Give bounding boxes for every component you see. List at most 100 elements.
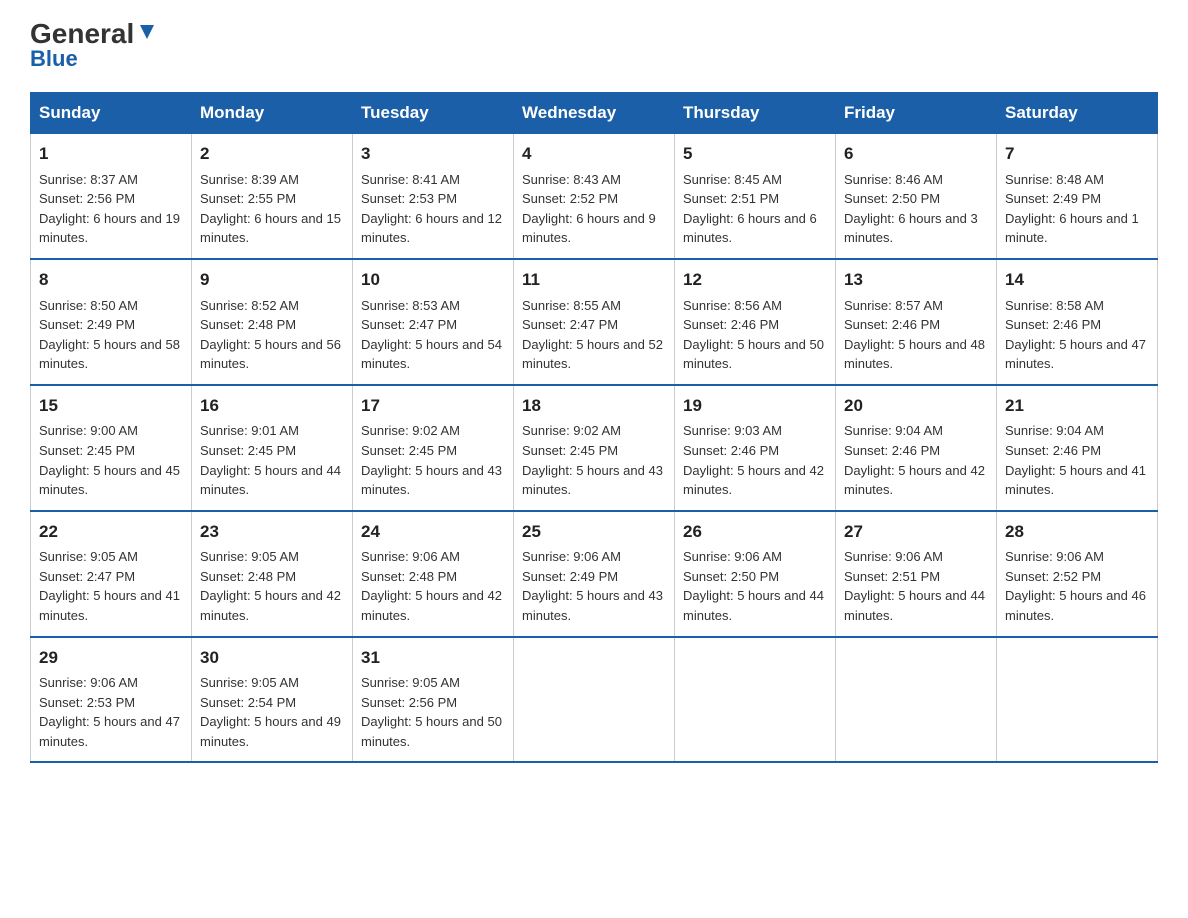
- calendar-cell: 6 Sunrise: 8:46 AMSunset: 2:50 PMDayligh…: [836, 134, 997, 259]
- logo: General Blue: [30, 20, 158, 72]
- calendar-cell: 21 Sunrise: 9:04 AMSunset: 2:46 PMDaylig…: [997, 385, 1158, 511]
- day-info: Sunrise: 8:39 AMSunset: 2:55 PMDaylight:…: [200, 172, 341, 246]
- page-header: General Blue: [30, 20, 1158, 72]
- day-info: Sunrise: 8:56 AMSunset: 2:46 PMDaylight:…: [683, 298, 824, 372]
- calendar-cell: 11 Sunrise: 8:55 AMSunset: 2:47 PMDaylig…: [514, 259, 675, 385]
- day-number: 13: [844, 268, 988, 293]
- day-info: Sunrise: 9:02 AMSunset: 2:45 PMDaylight:…: [361, 423, 502, 497]
- day-number: 26: [683, 520, 827, 545]
- calendar-cell: 20 Sunrise: 9:04 AMSunset: 2:46 PMDaylig…: [836, 385, 997, 511]
- header-friday: Friday: [836, 93, 997, 134]
- header-saturday: Saturday: [997, 93, 1158, 134]
- day-info: Sunrise: 8:52 AMSunset: 2:48 PMDaylight:…: [200, 298, 341, 372]
- day-number: 11: [522, 268, 666, 293]
- day-info: Sunrise: 8:48 AMSunset: 2:49 PMDaylight:…: [1005, 172, 1139, 246]
- day-number: 28: [1005, 520, 1149, 545]
- calendar-cell: 19 Sunrise: 9:03 AMSunset: 2:46 PMDaylig…: [675, 385, 836, 511]
- day-info: Sunrise: 9:03 AMSunset: 2:46 PMDaylight:…: [683, 423, 824, 497]
- header-thursday: Thursday: [675, 93, 836, 134]
- calendar-cell: 22 Sunrise: 9:05 AMSunset: 2:47 PMDaylig…: [31, 511, 192, 637]
- calendar-week-1: 1 Sunrise: 8:37 AMSunset: 2:56 PMDayligh…: [31, 134, 1158, 259]
- calendar-cell: 23 Sunrise: 9:05 AMSunset: 2:48 PMDaylig…: [192, 511, 353, 637]
- day-number: 5: [683, 142, 827, 167]
- day-info: Sunrise: 9:04 AMSunset: 2:46 PMDaylight:…: [1005, 423, 1146, 497]
- day-number: 22: [39, 520, 183, 545]
- day-info: Sunrise: 9:06 AMSunset: 2:50 PMDaylight:…: [683, 549, 824, 623]
- calendar-cell: 9 Sunrise: 8:52 AMSunset: 2:48 PMDayligh…: [192, 259, 353, 385]
- day-number: 1: [39, 142, 183, 167]
- calendar-week-3: 15 Sunrise: 9:00 AMSunset: 2:45 PMDaylig…: [31, 385, 1158, 511]
- day-number: 8: [39, 268, 183, 293]
- calendar-header-row: SundayMondayTuesdayWednesdayThursdayFrid…: [31, 93, 1158, 134]
- day-number: 20: [844, 394, 988, 419]
- logo-blue-text: Blue: [30, 46, 78, 72]
- day-info: Sunrise: 8:41 AMSunset: 2:53 PMDaylight:…: [361, 172, 502, 246]
- day-number: 6: [844, 142, 988, 167]
- day-info: Sunrise: 9:06 AMSunset: 2:52 PMDaylight:…: [1005, 549, 1146, 623]
- day-number: 3: [361, 142, 505, 167]
- calendar-cell: 4 Sunrise: 8:43 AMSunset: 2:52 PMDayligh…: [514, 134, 675, 259]
- day-number: 21: [1005, 394, 1149, 419]
- day-info: Sunrise: 9:04 AMSunset: 2:46 PMDaylight:…: [844, 423, 985, 497]
- day-number: 16: [200, 394, 344, 419]
- calendar-cell: 2 Sunrise: 8:39 AMSunset: 2:55 PMDayligh…: [192, 134, 353, 259]
- day-info: Sunrise: 9:06 AMSunset: 2:49 PMDaylight:…: [522, 549, 663, 623]
- day-number: 9: [200, 268, 344, 293]
- day-number: 7: [1005, 142, 1149, 167]
- calendar-cell: 15 Sunrise: 9:00 AMSunset: 2:45 PMDaylig…: [31, 385, 192, 511]
- day-info: Sunrise: 8:37 AMSunset: 2:56 PMDaylight:…: [39, 172, 180, 246]
- calendar-cell: 27 Sunrise: 9:06 AMSunset: 2:51 PMDaylig…: [836, 511, 997, 637]
- day-info: Sunrise: 9:05 AMSunset: 2:47 PMDaylight:…: [39, 549, 180, 623]
- day-info: Sunrise: 8:50 AMSunset: 2:49 PMDaylight:…: [39, 298, 180, 372]
- calendar-cell: 8 Sunrise: 8:50 AMSunset: 2:49 PMDayligh…: [31, 259, 192, 385]
- day-number: 12: [683, 268, 827, 293]
- calendar-cell: 10 Sunrise: 8:53 AMSunset: 2:47 PMDaylig…: [353, 259, 514, 385]
- calendar-cell: 12 Sunrise: 8:56 AMSunset: 2:46 PMDaylig…: [675, 259, 836, 385]
- header-wednesday: Wednesday: [514, 93, 675, 134]
- day-number: 2: [200, 142, 344, 167]
- calendar-cell: 24 Sunrise: 9:06 AMSunset: 2:48 PMDaylig…: [353, 511, 514, 637]
- calendar-week-5: 29 Sunrise: 9:06 AMSunset: 2:53 PMDaylig…: [31, 637, 1158, 763]
- calendar-cell: [997, 637, 1158, 763]
- day-number: 31: [361, 646, 505, 671]
- day-number: 10: [361, 268, 505, 293]
- calendar-cell: [836, 637, 997, 763]
- calendar-cell: 14 Sunrise: 8:58 AMSunset: 2:46 PMDaylig…: [997, 259, 1158, 385]
- day-info: Sunrise: 8:58 AMSunset: 2:46 PMDaylight:…: [1005, 298, 1146, 372]
- day-number: 30: [200, 646, 344, 671]
- day-number: 29: [39, 646, 183, 671]
- calendar-cell: 26 Sunrise: 9:06 AMSunset: 2:50 PMDaylig…: [675, 511, 836, 637]
- day-info: Sunrise: 8:57 AMSunset: 2:46 PMDaylight:…: [844, 298, 985, 372]
- calendar-cell: 18 Sunrise: 9:02 AMSunset: 2:45 PMDaylig…: [514, 385, 675, 511]
- calendar-cell: [675, 637, 836, 763]
- logo-triangle-icon: [136, 21, 158, 43]
- day-number: 14: [1005, 268, 1149, 293]
- header-tuesday: Tuesday: [353, 93, 514, 134]
- day-info: Sunrise: 9:00 AMSunset: 2:45 PMDaylight:…: [39, 423, 180, 497]
- logo-general-text: General: [30, 20, 134, 48]
- day-info: Sunrise: 9:02 AMSunset: 2:45 PMDaylight:…: [522, 423, 663, 497]
- day-info: Sunrise: 9:01 AMSunset: 2:45 PMDaylight:…: [200, 423, 341, 497]
- day-number: 23: [200, 520, 344, 545]
- calendar-cell: 3 Sunrise: 8:41 AMSunset: 2:53 PMDayligh…: [353, 134, 514, 259]
- day-info: Sunrise: 9:05 AMSunset: 2:48 PMDaylight:…: [200, 549, 341, 623]
- calendar-week-4: 22 Sunrise: 9:05 AMSunset: 2:47 PMDaylig…: [31, 511, 1158, 637]
- calendar-cell: 17 Sunrise: 9:02 AMSunset: 2:45 PMDaylig…: [353, 385, 514, 511]
- calendar-table: SundayMondayTuesdayWednesdayThursdayFrid…: [30, 92, 1158, 763]
- calendar-cell: 5 Sunrise: 8:45 AMSunset: 2:51 PMDayligh…: [675, 134, 836, 259]
- calendar-cell: 28 Sunrise: 9:06 AMSunset: 2:52 PMDaylig…: [997, 511, 1158, 637]
- day-number: 17: [361, 394, 505, 419]
- calendar-cell: 29 Sunrise: 9:06 AMSunset: 2:53 PMDaylig…: [31, 637, 192, 763]
- day-number: 27: [844, 520, 988, 545]
- calendar-cell: 25 Sunrise: 9:06 AMSunset: 2:49 PMDaylig…: [514, 511, 675, 637]
- day-number: 19: [683, 394, 827, 419]
- day-number: 24: [361, 520, 505, 545]
- day-number: 18: [522, 394, 666, 419]
- day-number: 4: [522, 142, 666, 167]
- day-number: 15: [39, 394, 183, 419]
- header-monday: Monday: [192, 93, 353, 134]
- day-number: 25: [522, 520, 666, 545]
- calendar-cell: 30 Sunrise: 9:05 AMSunset: 2:54 PMDaylig…: [192, 637, 353, 763]
- calendar-cell: 7 Sunrise: 8:48 AMSunset: 2:49 PMDayligh…: [997, 134, 1158, 259]
- day-info: Sunrise: 8:55 AMSunset: 2:47 PMDaylight:…: [522, 298, 663, 372]
